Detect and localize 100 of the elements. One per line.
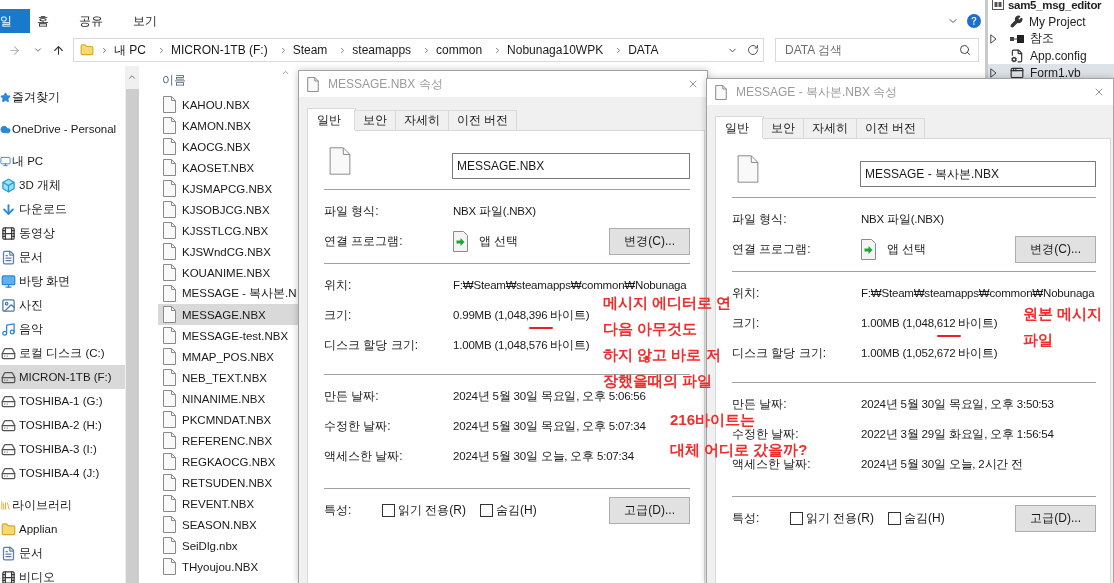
- ribbon-tab[interactable]: 홈: [30, 9, 56, 33]
- file-item[interactable]: KOUANIME.NBX: [158, 262, 298, 283]
- nav-item[interactable]: 다운로드: [0, 197, 125, 221]
- nav-item[interactable]: 바탕 화면: [0, 269, 125, 293]
- advanced-button[interactable]: 고급(D)...: [609, 496, 690, 524]
- tree-item[interactable]: sam5_msg_editor: [988, 0, 1114, 13]
- address-bar[interactable]: 내 PC MICRON-1TB (F:) Steam steamapps common Nobunaga10WPK DATA: [73, 38, 764, 62]
- file-item[interactable]: SeiDlg.nbx: [158, 535, 298, 556]
- file-name-field[interactable]: MESSAGE.NBX: [452, 153, 690, 179]
- close-icon[interactable]: [687, 78, 699, 90]
- tree-item[interactable]: App.config: [988, 47, 1114, 64]
- breadcrumb-item[interactable]: Steam: [287, 40, 333, 60]
- nav-item[interactable]: TOSHIBA-4 (J:): [0, 461, 125, 485]
- nav-item[interactable]: 로컬 디스크 (C:): [0, 341, 125, 365]
- file-item[interactable]: PKCMNDAT.NBX: [158, 409, 298, 430]
- nav-item[interactable]: 즐겨찾기: [0, 85, 125, 109]
- books-icon: [0, 499, 11, 511]
- file-icon: [163, 138, 176, 155]
- search-icon[interactable]: [959, 44, 971, 56]
- annotation-text: 다음 아무것도: [603, 321, 698, 336]
- tab[interactable]: 이전 버전: [856, 118, 926, 138]
- nav-item[interactable]: 라이브러리: [0, 493, 125, 517]
- window-title: MESSAGE - 복사본.NBX 속성: [736, 83, 898, 101]
- checkbox[interactable]: [888, 511, 901, 525]
- tab[interactable]: 이전 버전: [448, 110, 518, 130]
- tree-item[interactable]: 참조: [988, 30, 1114, 47]
- field-value: 0.99MB (1,048,396 바이트): [453, 307, 590, 323]
- breadcrumb-item[interactable]: Nobunaga10WPK: [502, 40, 609, 60]
- file-icon: [737, 155, 759, 183]
- tab[interactable]: 일반: [307, 108, 356, 131]
- tree-item[interactable]: My Project: [988, 13, 1114, 30]
- breadcrumb-item[interactable]: 내 PC: [109, 40, 151, 60]
- nav-item[interactable]: TOSHIBA-1 (G:): [0, 389, 125, 413]
- checkbox[interactable]: [382, 503, 395, 517]
- nav-item[interactable]: 3D 개체: [0, 173, 125, 197]
- chevron-up-icon[interactable]: [127, 72, 137, 82]
- nav-item[interactable]: 사진: [0, 293, 125, 317]
- file-item[interactable]: KAOCG.NBX: [158, 136, 298, 157]
- file-item[interactable]: THyoujou.NBX: [158, 556, 298, 577]
- file-item[interactable]: RETSUDEN.NBX: [158, 472, 298, 493]
- ribbon-tab[interactable]: 공유: [72, 9, 110, 33]
- up-arrow-icon[interactable]: [52, 43, 65, 57]
- tab[interactable]: 일반: [715, 116, 764, 139]
- field-value: 앱 선택: [479, 233, 518, 249]
- nav-item[interactable]: 문서: [0, 541, 125, 565]
- column-header[interactable]: 이름: [158, 66, 298, 94]
- file-name-field[interactable]: MESSAGE - 복사본.NBX: [860, 161, 1096, 187]
- nav-item[interactable]: 문서: [0, 245, 125, 269]
- file-icon: [163, 432, 176, 449]
- file-item[interactable]: KJSMAPCG.NBX: [158, 178, 298, 199]
- nav-item[interactable]: TOSHIBA-2 (H:): [0, 413, 125, 437]
- breadcrumb-item[interactable]: common: [431, 40, 488, 60]
- nav-item[interactable]: 동영상: [0, 221, 125, 245]
- file-item[interactable]: MESSAGE-test.NBX: [158, 325, 298, 346]
- file-icon: [163, 390, 176, 407]
- breadcrumb-item[interactable]: steamapps: [347, 40, 417, 60]
- expand-arrow-icon[interactable]: [990, 33, 997, 44]
- file-item[interactable]: MESSAGE.NBX: [158, 304, 298, 325]
- help-icon[interactable]: [967, 14, 981, 28]
- file-menu-tab[interactable]: 일: [0, 9, 30, 33]
- breadcrumb-item[interactable]: DATA: [623, 40, 664, 60]
- file-item[interactable]: KAOSET.NBX: [158, 157, 298, 178]
- nav-item[interactable]: MICRON-1TB (F:): [0, 365, 125, 389]
- close-icon[interactable]: [1093, 86, 1105, 98]
- file-item[interactable]: KAHOU.NBX: [158, 94, 298, 115]
- nav-item[interactable]: 비디오: [0, 565, 125, 583]
- checkbox[interactable]: [790, 511, 803, 525]
- file-item[interactable]: REGKAOCG.NBX: [158, 451, 298, 472]
- advanced-button[interactable]: 고급(D)...: [1015, 504, 1096, 532]
- nav-item[interactable]: 내 PC: [0, 149, 125, 173]
- tab[interactable]: 보안: [762, 118, 804, 138]
- file-item[interactable]: REFERENC.NBX: [158, 430, 298, 451]
- file-item[interactable]: MMAP_POS.NBX: [158, 346, 298, 367]
- change-button[interactable]: 변경(C)...: [609, 227, 690, 255]
- file-item[interactable]: REVENT.NBX: [158, 493, 298, 514]
- checkbox[interactable]: [480, 503, 493, 517]
- window-title: MESSAGE.NBX 속성: [328, 75, 443, 93]
- file-item[interactable]: NINANIME.NBX: [158, 388, 298, 409]
- nav-item[interactable]: OneDrive - Personal: [0, 117, 125, 141]
- nav-item[interactable]: Applian: [0, 517, 125, 541]
- folder-icon: [1, 521, 16, 537]
- nav-item[interactable]: TOSHIBA-3 (I:): [0, 437, 125, 461]
- file-item[interactable]: NEB_TEXT.NBX: [158, 367, 298, 388]
- tab[interactable]: 보안: [354, 110, 396, 130]
- expand-arrow-icon[interactable]: [990, 67, 997, 78]
- ribbon-tab[interactable]: 보기: [126, 9, 164, 33]
- file-item[interactable]: SEASON.NBX: [158, 514, 298, 535]
- file-item[interactable]: MESSAGE - 복사본.N: [158, 283, 298, 304]
- change-button[interactable]: 변경(C)...: [1015, 235, 1096, 263]
- search-field[interactable]: DATA 검색: [775, 38, 979, 62]
- chevron-down-icon[interactable]: [33, 45, 43, 55]
- file-icon: [163, 180, 176, 197]
- file-item[interactable]: KJSOBJCG.NBX: [158, 199, 298, 220]
- nav-item[interactable]: 음악: [0, 317, 125, 341]
- field-value: 2024년 5월 30일 목요일, 오후 5:07:34: [453, 418, 646, 434]
- file-item[interactable]: KJSSTLCG.NBX: [158, 220, 298, 241]
- file-item[interactable]: KJSWndCG.NBX: [158, 241, 298, 262]
- refresh-icon[interactable]: [747, 44, 759, 56]
- file-item[interactable]: KAMON.NBX: [158, 115, 298, 136]
- breadcrumb-item[interactable]: MICRON-1TB (F:): [166, 40, 273, 60]
